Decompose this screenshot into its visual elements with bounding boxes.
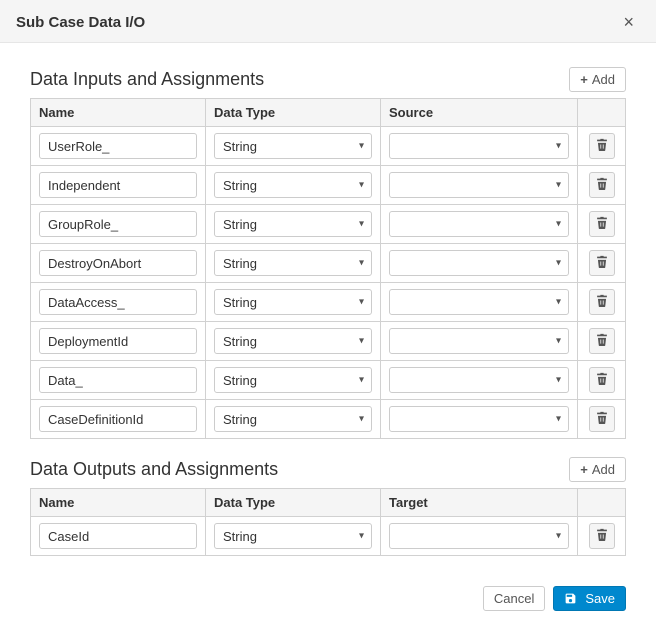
inputs-type-select[interactable]: String (214, 289, 372, 315)
table-row: String▾▾ (31, 517, 626, 556)
outputs-name-input[interactable] (39, 523, 197, 549)
trash-icon (596, 411, 608, 427)
inputs-name-input[interactable] (39, 211, 197, 237)
plus-icon: + (580, 72, 588, 87)
add-output-label: Add (592, 462, 615, 477)
trash-icon (596, 294, 608, 310)
inputs-type-select[interactable]: String (214, 367, 372, 393)
inputs-type-select[interactable]: String (214, 211, 372, 237)
save-label: Save (585, 591, 615, 606)
inputs-type-select[interactable]: String (214, 328, 372, 354)
inputs-header-actions (578, 99, 626, 127)
inputs-source-select[interactable] (389, 172, 569, 198)
table-row: String▾▾ (31, 244, 626, 283)
inputs-type-select[interactable]: String (214, 172, 372, 198)
inputs-source-select[interactable] (389, 367, 569, 393)
delete-row-button[interactable] (589, 172, 615, 198)
outputs-type-select[interactable]: String (214, 523, 372, 549)
add-input-label: Add (592, 72, 615, 87)
inputs-section: Data Inputs and Assignments + Add Name D… (30, 67, 626, 439)
save-button[interactable]: Save (553, 586, 626, 611)
outputs-header-actions (578, 489, 626, 517)
delete-row-button[interactable] (589, 328, 615, 354)
inputs-name-input[interactable] (39, 328, 197, 354)
outputs-header-name: Name (31, 489, 206, 517)
trash-icon (596, 138, 608, 154)
inputs-source-select[interactable] (389, 250, 569, 276)
table-row: String▾▾ (31, 322, 626, 361)
floppy-icon (564, 591, 577, 606)
inputs-header-type: Data Type (206, 99, 381, 127)
outputs-header-target: Target (381, 489, 578, 517)
delete-row-button[interactable] (589, 133, 615, 159)
table-row: String▾▾ (31, 361, 626, 400)
inputs-table: Name Data Type Source String▾▾String▾▾St… (30, 98, 626, 439)
outputs-section: Data Outputs and Assignments + Add Name … (30, 457, 626, 556)
inputs-source-select[interactable] (389, 289, 569, 315)
inputs-source-select[interactable] (389, 133, 569, 159)
delete-row-button[interactable] (589, 211, 615, 237)
outputs-target-select[interactable] (389, 523, 569, 549)
inputs-name-input[interactable] (39, 289, 197, 315)
inputs-name-input[interactable] (39, 250, 197, 276)
delete-row-button[interactable] (589, 367, 615, 393)
inputs-source-select[interactable] (389, 328, 569, 354)
add-input-button[interactable]: + Add (569, 67, 626, 92)
table-row: String▾▾ (31, 166, 626, 205)
delete-row-button[interactable] (589, 406, 615, 432)
outputs-title: Data Outputs and Assignments (30, 459, 278, 480)
inputs-source-select[interactable] (389, 406, 569, 432)
trash-icon (596, 528, 608, 544)
inputs-type-select[interactable]: String (214, 133, 372, 159)
inputs-title: Data Inputs and Assignments (30, 69, 264, 90)
delete-row-button[interactable] (589, 250, 615, 276)
modal-header: Sub Case Data I/O × (0, 0, 656, 43)
inputs-type-select[interactable]: String (214, 250, 372, 276)
trash-icon (596, 372, 608, 388)
table-row: String▾▾ (31, 283, 626, 322)
inputs-name-input[interactable] (39, 172, 197, 198)
trash-icon (596, 333, 608, 349)
table-row: String▾▾ (31, 400, 626, 439)
trash-icon (596, 216, 608, 232)
cancel-button[interactable]: Cancel (483, 586, 545, 611)
table-row: String▾▾ (31, 205, 626, 244)
inputs-name-input[interactable] (39, 133, 197, 159)
plus-icon: + (580, 462, 588, 477)
table-row: String▾▾ (31, 127, 626, 166)
inputs-name-input[interactable] (39, 367, 197, 393)
inputs-name-input[interactable] (39, 406, 197, 432)
modal-footer: Cancel Save (0, 572, 656, 631)
modal-body: Data Inputs and Assignments + Add Name D… (0, 43, 656, 572)
trash-icon (596, 177, 608, 193)
inputs-header-name: Name (31, 99, 206, 127)
trash-icon (596, 255, 608, 271)
outputs-header-type: Data Type (206, 489, 381, 517)
modal-title: Sub Case Data I/O (16, 14, 145, 31)
inputs-header-source: Source (381, 99, 578, 127)
delete-row-button[interactable] (589, 289, 615, 315)
inputs-source-select[interactable] (389, 211, 569, 237)
add-output-button[interactable]: + Add (569, 457, 626, 482)
outputs-table: Name Data Type Target String▾▾ (30, 488, 626, 556)
delete-row-button[interactable] (589, 523, 615, 549)
inputs-type-select[interactable]: String (214, 406, 372, 432)
close-icon[interactable]: × (617, 12, 640, 32)
